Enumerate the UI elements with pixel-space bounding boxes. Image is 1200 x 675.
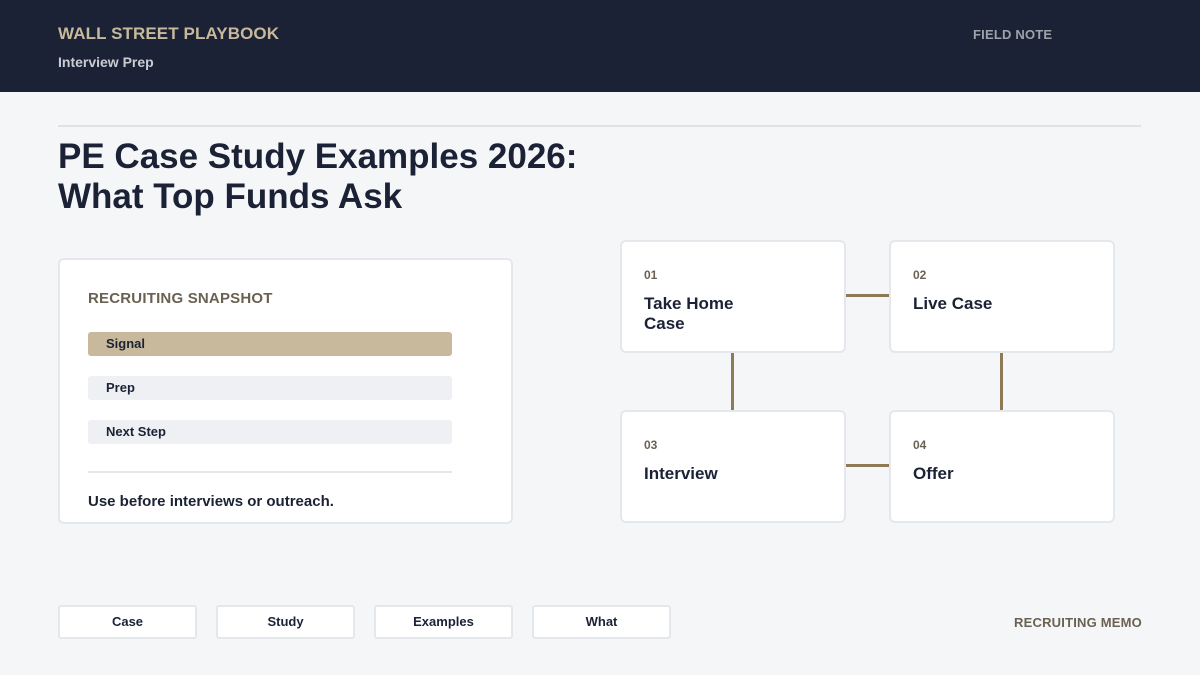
step-number: 01 xyxy=(644,268,658,282)
page-title-line-2: What Top Funds Ask xyxy=(58,177,403,216)
connector-01-03 xyxy=(731,352,734,410)
step-number: 03 xyxy=(644,438,658,452)
tag-what[interactable]: What xyxy=(532,605,671,639)
step-number: 02 xyxy=(913,268,927,282)
step-card-offer: 04 Offer xyxy=(889,410,1115,523)
brand-title: WALL STREET PLAYBOOK xyxy=(58,24,280,43)
step-number: 04 xyxy=(913,438,927,452)
connector-01-02 xyxy=(845,294,890,297)
step-label: Offer xyxy=(913,464,954,483)
snapshot-item-next-step: Next Step xyxy=(88,420,452,444)
tag-study[interactable]: Study xyxy=(216,605,355,639)
step-card-take-home-case: 01 Take Home Case xyxy=(620,240,846,353)
tag-examples[interactable]: Examples xyxy=(374,605,513,639)
step-card-interview: 03 Interview xyxy=(620,410,846,523)
snapshot-note: Use before interviews or outreach. xyxy=(88,493,334,510)
connector-03-04 xyxy=(845,464,890,467)
step-card-live-case: 02 Live Case xyxy=(889,240,1115,353)
field-note-label: FIELD NOTE xyxy=(973,27,1053,42)
tag-case[interactable]: Case xyxy=(58,605,197,639)
connector-02-04 xyxy=(1000,352,1003,410)
snapshot-item-prep: Prep xyxy=(88,376,452,400)
recruiting-snapshot-card: RECRUITING SNAPSHOT Signal Prep Next Ste… xyxy=(58,258,513,524)
snapshot-divider xyxy=(88,471,452,473)
step-label: Interview xyxy=(644,464,718,483)
step-label: Take Home Case xyxy=(644,294,734,333)
snapshot-item-signal: Signal xyxy=(88,332,452,356)
step-label: Live Case xyxy=(913,294,993,313)
recruiting-memo-label: RECRUITING MEMO xyxy=(1014,615,1142,630)
title-divider xyxy=(58,125,1141,127)
top-header: WALL STREET PLAYBOOK Interview Prep FIEL… xyxy=(0,0,1200,92)
page-title-line-1: PE Case Study Examples 2026: xyxy=(58,137,578,176)
brand-subtitle: Interview Prep xyxy=(58,54,154,70)
snapshot-label: RECRUITING SNAPSHOT xyxy=(88,290,273,307)
page-title: PE Case Study Examples 2026: What Top Fu… xyxy=(58,137,678,217)
